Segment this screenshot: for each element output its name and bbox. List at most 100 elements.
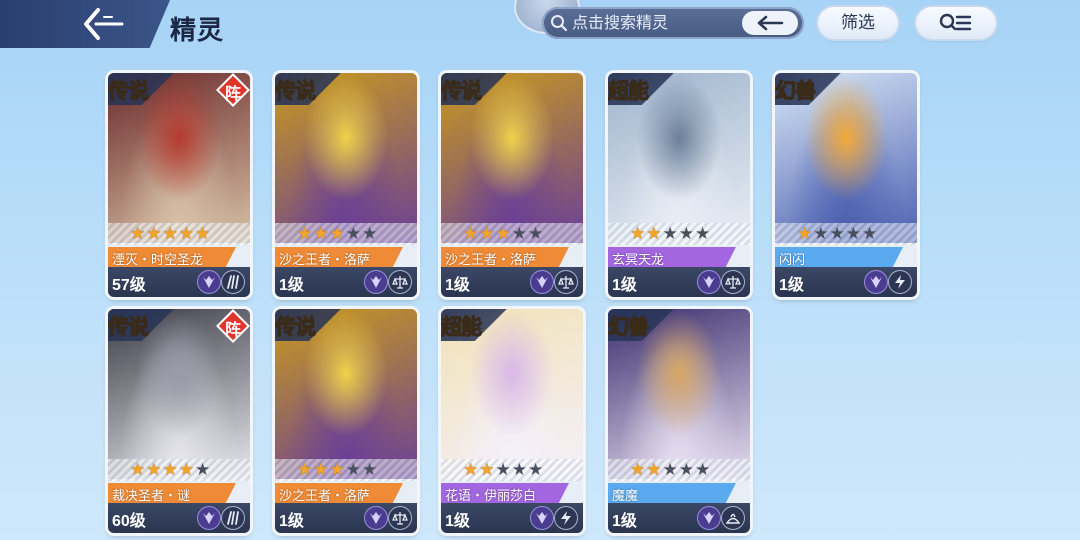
arrow-left-icon [757,15,784,31]
scale-icon [389,507,411,529]
claw-icon [222,507,244,529]
search-box[interactable] [542,7,804,39]
star-empty-icon: ★ [495,460,511,479]
mech-icon [365,507,387,529]
star-filled-icon: ★ [297,460,313,479]
star-empty-icon: ★ [362,460,378,479]
scale-icon [555,271,577,293]
spirit-name: 闪闪 [779,252,806,267]
spirit-card[interactable]: 超能 ★ ★ ★ ★ ★ 玄冥天龙 1级 [608,73,750,297]
mech-icon [698,507,720,529]
spirit-level: 1级 [612,513,637,530]
spirit-card[interactable]: 幻兽 ★ ★ ★ ★ ★ 魔魔 1级 [608,309,750,533]
spirit-name: 湮灭・时空圣龙 [112,252,204,267]
star-filled-icon: ★ [646,460,662,479]
star-filled-icon: ★ [329,460,345,479]
shadow-icon [722,507,744,529]
star-filled-icon: ★ [162,224,178,243]
star-empty-icon: ★ [528,460,544,479]
tier-label: 传说 [275,316,317,340]
star-empty-icon: ★ [528,224,544,243]
spirit-card[interactable]: 传说阵 ★ ★ ★ ★ ★ 裁决圣者・谜 60级 [108,309,250,533]
formation-label: 阵 [224,322,241,339]
mech-icon [198,271,220,293]
spirit-card[interactable]: 传说 ★ ★ ★ ★ ★ 沙之王者・洛萨 1级 [275,73,417,297]
star-empty-icon: ★ [845,224,861,243]
spirit-card[interactable]: 传说 ★ ★ ★ ★ ★ 沙之王者・洛萨 1级 [275,309,417,533]
star-empty-icon: ★ [695,224,711,243]
spirit-name: 裁决圣者・谜 [112,488,191,503]
star-filled-icon: ★ [162,460,178,479]
spirit-name: 沙之王者・洛萨 [279,252,371,267]
star-empty-icon: ★ [345,460,361,479]
mech-icon [698,271,720,293]
star-empty-icon: ★ [862,224,878,243]
star-empty-icon: ★ [662,224,678,243]
filter-button[interactable]: 筛选 [818,7,898,39]
star-filled-icon: ★ [646,224,662,243]
tier-label: 传说 [441,80,483,104]
spirit-level: 1级 [279,513,304,530]
star-rating: ★ ★ ★ ★ ★ [630,225,710,243]
star-filled-icon: ★ [630,224,646,243]
star-filled-icon: ★ [178,224,194,243]
tier-label: 超能 [441,316,483,340]
tier-label: 超能 [608,80,650,104]
star-filled-icon: ★ [146,224,162,243]
star-empty-icon: ★ [511,224,527,243]
search-list-icon [939,13,972,31]
search-input[interactable] [570,11,744,37]
star-empty-icon: ★ [345,224,361,243]
spirit-card[interactable]: 超能 ★ ★ ★ ★ ★ 花语・伊丽莎白 1级 [441,309,583,533]
top-bar: 精灵 筛选 [0,0,1080,60]
spirit-name: 沙之王者・洛萨 [279,488,371,503]
search-go-button[interactable] [742,11,798,35]
star-filled-icon: ★ [178,460,194,479]
star-empty-icon: ★ [195,460,211,479]
spirit-name: 沙之王者・洛萨 [445,252,537,267]
star-filled-icon: ★ [479,460,495,479]
mech-icon [531,271,553,293]
scale-icon [722,271,744,293]
lightning-icon [889,271,911,293]
star-filled-icon: ★ [479,224,495,243]
spirit-level: 1级 [279,277,304,294]
star-rating: ★ ★ ★ ★ ★ [297,461,377,479]
star-filled-icon: ★ [297,224,313,243]
spirit-card[interactable]: 幻兽 ★ ★ ★ ★ ★ 闪闪 1级 [775,73,917,297]
lightning-icon [555,507,577,529]
star-filled-icon: ★ [130,224,146,243]
spirit-card[interactable]: 传说 ★ ★ ★ ★ ★ 沙之王者・洛萨 1级 [441,73,583,297]
search-icon [551,15,568,32]
scale-icon [389,271,411,293]
tier-label: 传说 [108,316,150,340]
tier-label: 传说 [275,80,317,104]
star-empty-icon: ★ [678,460,694,479]
spirit-name: 魔魔 [612,488,639,503]
spirit-name: 玄冥天龙 [612,252,665,267]
mech-icon [365,271,387,293]
formation-badge: 阵 [218,311,248,341]
star-filled-icon: ★ [797,224,813,243]
star-filled-icon: ★ [495,224,511,243]
formation-label: 阵 [224,86,241,103]
mech-icon [198,507,220,529]
mech-icon [531,507,553,529]
star-rating: ★ ★ ★ ★ ★ [463,225,543,243]
star-filled-icon: ★ [195,224,211,243]
star-rating: ★ ★ ★ ★ ★ [463,461,543,479]
spirit-name: 花语・伊丽莎白 [445,488,537,503]
tier-label: 幻兽 [608,316,650,340]
star-empty-icon: ★ [511,460,527,479]
star-filled-icon: ★ [313,460,329,479]
star-rating: ★ ★ ★ ★ ★ [630,461,710,479]
star-empty-icon: ★ [813,224,829,243]
star-filled-icon: ★ [329,224,345,243]
star-filled-icon: ★ [313,224,329,243]
spirit-card[interactable]: 传说阵 ★ ★ ★ ★ ★ 湮灭・时空圣龙 57级 [108,73,250,297]
back-button[interactable] [82,6,130,42]
star-filled-icon: ★ [630,460,646,479]
sort-button[interactable] [916,7,996,39]
star-rating: ★ ★ ★ ★ ★ [297,225,377,243]
spirit-level: 60级 [112,513,146,530]
